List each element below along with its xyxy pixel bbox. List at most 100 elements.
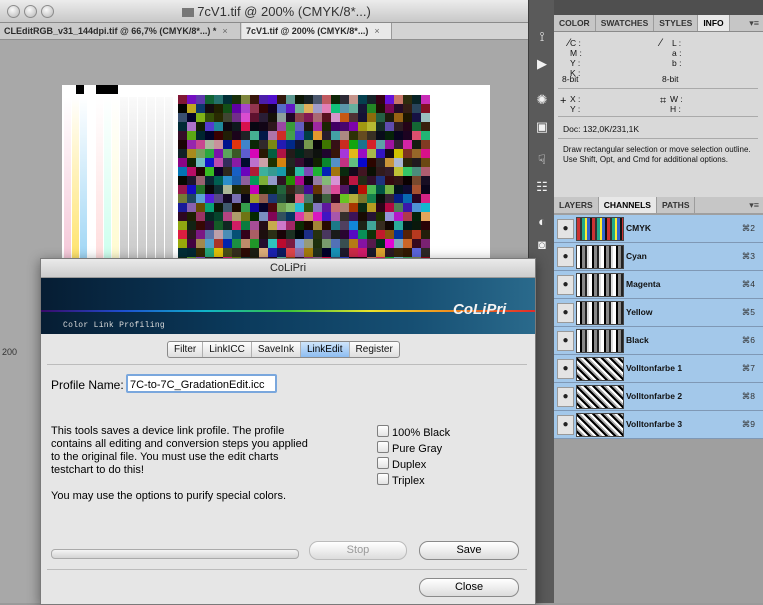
channel-name: Yellow (626, 307, 653, 317)
doc-tab-label: CLEditRGB_v31_144dpi.tif @ 66,7% (CMYK/8… (4, 26, 211, 36)
tab-info[interactable]: INFO (698, 15, 730, 31)
visibility-eye-icon[interactable]: ● (557, 219, 574, 239)
tab-channels[interactable]: CHANNELS (598, 197, 657, 213)
channel-thumbnail (576, 273, 624, 297)
panel-menu-icon[interactable]: ▾≡ (749, 15, 759, 31)
channel-name: Volltonfarbe 3 (626, 419, 683, 429)
description-line: contains all editing and conversion step… (51, 438, 308, 450)
channel-row[interactable]: ● Volltonfarbe 3 ⌘9 (554, 411, 763, 439)
channel-row[interactable]: ● Magenta ⌘4 (554, 271, 763, 299)
channel-thumbnail (576, 329, 624, 353)
doc-tab-7cv1[interactable]: 7cV1.tif @ 200% (CMYK/8*...) × (242, 23, 392, 39)
star-icon[interactable]: ✺ (534, 93, 550, 107)
channel-shortcut: ⌘2 (741, 223, 755, 233)
channel-row[interactable]: ● Black ⌘6 (554, 327, 763, 355)
visibility-eye-icon[interactable]: ● (557, 387, 574, 407)
info-panel-tabs: COLOR SWATCHES STYLES INFO ▾≡ (554, 15, 763, 32)
tab-linkedit[interactable]: LinkEdit (300, 342, 350, 357)
tab-saveink[interactable]: SaveInk (252, 342, 301, 357)
channel-row[interactable]: ● Cyan ⌘3 (554, 243, 763, 271)
tab-paths[interactable]: PATHS (657, 197, 696, 213)
image-icon[interactable]: ▣ (534, 120, 550, 134)
tab-styles[interactable]: STYLES (654, 15, 699, 31)
play-icon[interactable]: ▶ (534, 57, 550, 71)
doc-tab-label: 7cV1.tif @ 200% (CMYK/8*...) (246, 26, 369, 36)
checkbox[interactable] (377, 457, 389, 469)
circle-icon[interactable]: ◐ (534, 215, 550, 229)
tab-linkicc[interactable]: LinkICC (203, 342, 252, 357)
checkbox[interactable] (377, 473, 389, 485)
colipri-banner: Color Link Profiling CoLiPri (41, 278, 535, 334)
channel-shortcut: ⌘6 (741, 335, 755, 345)
divider (558, 138, 758, 139)
dialog-title: CoLiPri (41, 259, 535, 278)
3d-icon[interactable]: ⟟ (534, 30, 550, 44)
tab-swatches[interactable]: SWATCHES (596, 15, 655, 31)
option-label: Pure Gray (392, 443, 443, 455)
option-100-black[interactable]: 100% Black (377, 425, 450, 439)
tab-register[interactable]: Register (350, 342, 399, 357)
option-label: 100% Black (392, 427, 451, 439)
crosshair-icon: + (560, 95, 567, 107)
cmyk-readout: C : M : Y : K : (570, 38, 582, 78)
channel-name: Magenta (626, 279, 661, 289)
save-button[interactable]: Save (419, 541, 519, 560)
channel-row[interactable]: ● CMYK ⌘2 (554, 215, 763, 243)
visibility-eye-icon[interactable]: ● (557, 415, 574, 435)
visibility-eye-icon[interactable]: ● (557, 247, 574, 267)
banner-subtitle: Color Link Profiling (63, 321, 166, 330)
channel-shortcut: ⌘5 (741, 307, 755, 317)
document-tab-bar: CLEditRGB_v31_144dpi.tif @ 66,7% (CMYK/8… (0, 23, 553, 40)
channel-row[interactable]: ● Volltonfarbe 2 ⌘8 (554, 383, 763, 411)
option-triplex[interactable]: Triplex (377, 473, 425, 487)
description-line: You may use the options to purify specia… (51, 490, 287, 502)
mask-icon[interactable]: ◙ (534, 238, 550, 252)
layers-icon[interactable]: ☷ (534, 180, 550, 194)
doc-tab-cleditrgb[interactable]: CLEditRGB_v31_144dpi.tif @ 66,7% (CMYK/8… (0, 23, 241, 39)
testchart-image[interactable] (62, 85, 490, 260)
divider (47, 364, 527, 365)
divider (558, 88, 758, 89)
close-button[interactable]: Close (419, 578, 519, 597)
profile-name-input[interactable]: 7C-to-7C_GradationEdit.icc (126, 374, 277, 393)
panel-dock-header[interactable] (554, 0, 763, 15)
doc-size: Doc: 132,0K/231,1K (563, 124, 640, 134)
visibility-eye-icon[interactable]: ● (557, 359, 574, 379)
checkbox[interactable] (377, 441, 389, 453)
doc-tab-modified: * (212, 26, 217, 36)
stop-button[interactable]: Stop (309, 541, 407, 560)
close-tab-icon[interactable]: × (222, 26, 227, 36)
channel-shortcut: ⌘4 (741, 279, 755, 289)
channel-thumbnail (576, 217, 624, 241)
description-line: testchart to do this! (51, 464, 144, 476)
window-titlebar: 7cV1.tif @ 200% (CMYK/8*...) (0, 0, 553, 23)
tab-color[interactable]: COLOR (554, 15, 596, 31)
profile-name-label: Profile Name: (51, 378, 124, 392)
option-pure-gray[interactable]: Pure Gray (377, 441, 442, 455)
dialog-tabbar: Filter LinkICC SaveInk LinkEdit Register (167, 341, 400, 358)
visibility-eye-icon[interactable]: ● (557, 275, 574, 295)
window-title: 7cV1.tif @ 200% (CMYK/8*...) (197, 4, 371, 19)
channel-thumbnail (576, 413, 624, 437)
hand-icon[interactable]: ☟ (534, 153, 550, 167)
channel-row[interactable]: ● Yellow ⌘5 (554, 299, 763, 327)
channels-panel-tabs: LAYERS CHANNELS PATHS ▾≡ (554, 197, 763, 214)
description-line: This tools saves a device link profile. … (51, 425, 285, 437)
panel-menu-icon[interactable]: ▾≡ (749, 197, 759, 213)
channel-shortcut: ⌘7 (741, 363, 755, 373)
visibility-eye-icon[interactable]: ● (557, 303, 574, 323)
tab-filter[interactable]: Filter (168, 342, 204, 357)
channel-row[interactable]: ● Volltonfarbe 1 ⌘7 (554, 355, 763, 383)
bit-depth-left: 8-bit (562, 74, 579, 84)
channel-thumbnail (576, 357, 624, 381)
option-duplex[interactable]: Duplex (377, 457, 426, 471)
tab-layers[interactable]: LAYERS (554, 197, 599, 213)
close-tab-icon[interactable]: × (374, 26, 379, 36)
channel-shortcut: ⌘3 (741, 251, 755, 261)
checkbox[interactable] (377, 425, 389, 437)
option-label: Duplex (392, 459, 427, 471)
visibility-eye-icon[interactable]: ● (557, 331, 574, 351)
zoom-level[interactable]: 200 (2, 347, 17, 357)
channel-shortcut: ⌘8 (741, 391, 755, 401)
channel-name: Volltonfarbe 2 (626, 391, 683, 401)
